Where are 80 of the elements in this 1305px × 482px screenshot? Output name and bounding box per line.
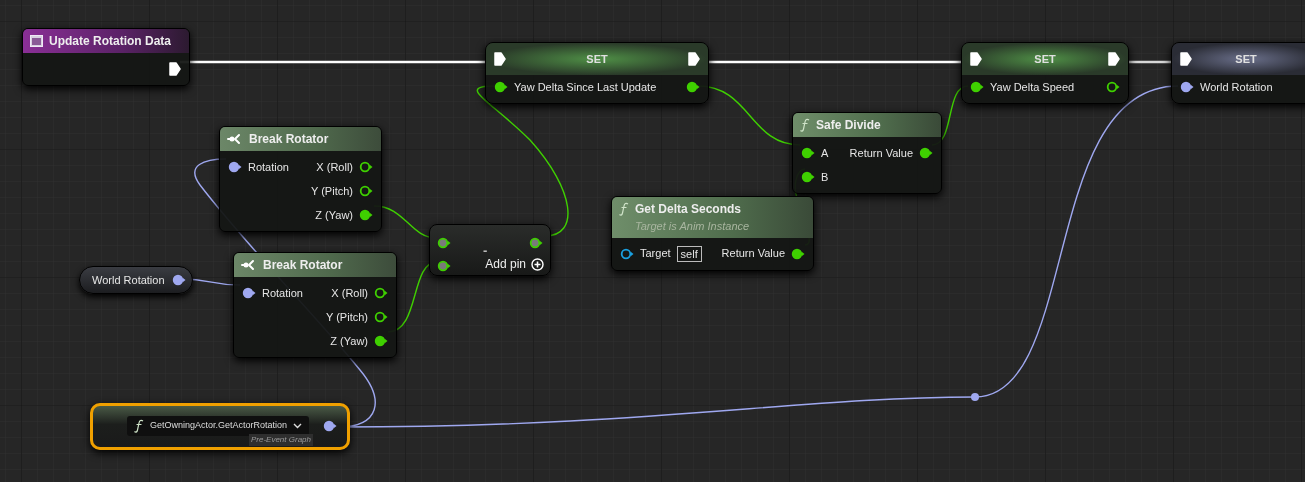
pin-label: Return Value — [721, 246, 785, 262]
node-subtitle: Target is Anim Instance — [634, 219, 751, 234]
data-pin[interactable] — [242, 287, 256, 299]
node-title: Break Rotator — [249, 131, 329, 148]
data-pin[interactable] — [437, 259, 451, 272]
pin-label: B — [821, 169, 829, 185]
data-pin[interactable] — [359, 185, 373, 197]
exec-pin[interactable] — [1108, 52, 1120, 66]
data-pin[interactable] — [620, 247, 634, 260]
node-title: Safe Divide — [816, 117, 881, 134]
node-title: Update Rotation Data — [49, 33, 171, 50]
data-pin[interactable] — [919, 147, 933, 159]
node-title: SET — [1235, 51, 1257, 67]
break-struct-icon — [241, 259, 257, 271]
math-node[interactable]: - Add pin — [429, 224, 551, 276]
data-pin[interactable] — [374, 287, 388, 299]
graph-canvas[interactable] — [0, 0, 1305, 482]
exec-pin[interactable] — [970, 52, 982, 66]
node-title: Get Delta Seconds — [635, 201, 742, 218]
data-pin[interactable] — [323, 420, 337, 432]
function-icon — [134, 419, 144, 433]
function-icon — [800, 118, 810, 132]
data-pin[interactable] — [529, 236, 543, 249]
node-title: World Rotation — [92, 272, 165, 288]
data-pin[interactable] — [374, 335, 388, 347]
node-title: SET — [586, 51, 608, 67]
data-pin[interactable] — [801, 171, 815, 183]
pin-label: Rotation — [262, 285, 303, 301]
add-pin-button[interactable]: Add pin — [485, 255, 544, 273]
pin-label: Z (Yaw) — [315, 207, 353, 223]
exec-pin[interactable] — [688, 52, 700, 66]
function-icon — [619, 202, 629, 216]
data-pin[interactable] — [1180, 81, 1194, 93]
data-pin[interactable] — [437, 236, 451, 249]
pin-label: Return Value — [849, 145, 913, 161]
set-node[interactable]: SET Yaw Delta Since Last Update — [485, 42, 709, 104]
exec-pin[interactable] — [169, 62, 181, 76]
operator-label: - — [483, 242, 488, 259]
node-footer: Pre-Event Graph — [248, 434, 313, 446]
pin-label: Yaw Delta Speed — [990, 79, 1075, 95]
pin-label: Z (Yaw) — [330, 333, 368, 349]
pin-label: A — [821, 145, 829, 161]
node-title: Break Rotator — [263, 257, 343, 274]
data-pin[interactable] — [801, 147, 815, 159]
break-node[interactable]: Break Rotator Rotation X (Roll) Y (Pitch) Z (Yaw) — [219, 126, 382, 232]
function-dropdown[interactable]: GetOwningActor.GetActorRotation — [127, 416, 310, 436]
break-node[interactable]: Break Rotator Rotation X (Roll) Y (Pitch) Z (Yaw) — [233, 252, 397, 358]
plus-icon — [531, 257, 544, 271]
data-pin[interactable] — [494, 81, 508, 93]
data-pin[interactable] — [686, 81, 700, 93]
data-pin[interactable] — [374, 311, 388, 323]
function-node[interactable]: Safe Divide A Return Value B — [792, 112, 942, 194]
exec-pin[interactable] — [1180, 52, 1192, 66]
break-struct-icon — [227, 133, 243, 145]
data-pin[interactable] — [970, 81, 984, 93]
caret-icon — [293, 423, 303, 429]
set-node[interactable]: SET World Rotation — [1171, 42, 1305, 104]
pin-label: Yaw Delta Since Last Update — [514, 79, 657, 95]
data-pin[interactable] — [172, 274, 186, 286]
set-node[interactable]: SET Yaw Delta Speed — [961, 42, 1129, 104]
pin-label: Y (Pitch) — [311, 183, 353, 199]
data-pin[interactable] — [1106, 81, 1120, 93]
pin-label: X (Roll) — [331, 285, 368, 301]
data-pin[interactable] — [791, 247, 805, 260]
function-node[interactable]: Get Delta Seconds Target is Anim Instance Target self Return Value — [611, 196, 814, 271]
exec-pin[interactable] — [494, 52, 506, 66]
pin-label: World Rotation — [1200, 79, 1273, 95]
event-node[interactable]: Update Rotation Data — [22, 28, 190, 86]
property-access-node[interactable]: GetOwningActor.GetActorRotation Pre-Event Graph — [90, 403, 350, 450]
default-value-field[interactable]: self — [676, 245, 702, 262]
pin-label: Y (Pitch) — [326, 309, 368, 325]
node-title: SET — [1034, 51, 1056, 67]
data-pin[interactable] — [359, 161, 373, 173]
pin-label: X (Roll) — [316, 159, 353, 175]
event-icon — [30, 35, 43, 47]
pin-label: Rotation — [248, 159, 289, 175]
data-pin[interactable] — [228, 161, 242, 173]
data-pin[interactable] — [359, 209, 373, 221]
pin-label: Target — [640, 246, 671, 262]
variable-node[interactable]: World Rotation — [79, 266, 193, 294]
